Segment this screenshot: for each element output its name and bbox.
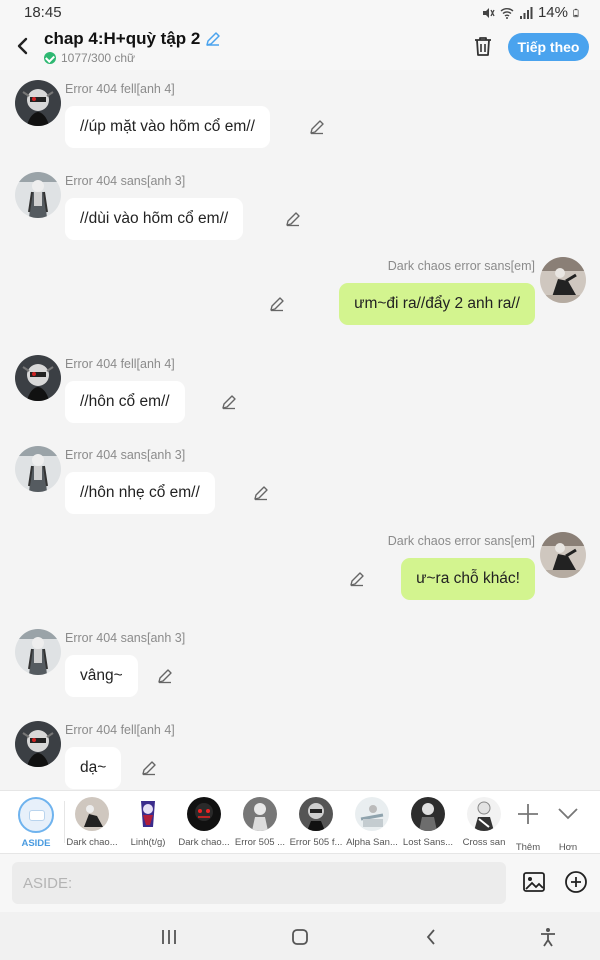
message-input[interactable] [12, 862, 506, 904]
plus-icon [518, 804, 538, 824]
sender-name: Error 404 sans[anh 3] [65, 448, 186, 462]
chat-area[interactable]: Error 404 fell[anh 4] //úp mặt vào hõm cổ… [0, 70, 600, 790]
word-count: 1077/300 chữ [44, 51, 221, 65]
character-label: Dark chao... [66, 837, 118, 848]
pencil-icon[interactable] [349, 571, 365, 587]
status-icons: 14% [481, 4, 582, 21]
message-row: Error 404 fell[anh 4] //úp mặt vào hõm cổ… [0, 80, 600, 166]
character-item[interactable]: Linh(t/g) [120, 797, 176, 848]
message-row: Error 404 sans[anh 3] //dùi vào hõm cổ em… [0, 171, 600, 258]
message-bubble[interactable]: ư~ra chỗ khác! [401, 557, 535, 600]
pencil-icon[interactable] [221, 394, 237, 410]
message-bubble[interactable]: dạ~ [65, 746, 122, 789]
character-aside[interactable]: ASIDE [8, 797, 64, 849]
character-label: Dark chao... [178, 837, 230, 848]
sender-name: Error 404 fell[anh 4] [65, 722, 175, 737]
next-button[interactable]: Tiếp theo [508, 33, 589, 61]
avatar[interactable] [540, 531, 586, 578]
character-label: Hơn [558, 842, 578, 853]
input-row [0, 854, 600, 912]
trash-icon[interactable] [472, 35, 494, 57]
message-bubble[interactable]: //dùi vào hõm cổ em// [65, 197, 244, 240]
avatar[interactable] [15, 446, 61, 492]
home-icon[interactable] [289, 926, 311, 948]
message-row: Error 404 sans[anh 3] vâng~ [0, 629, 600, 715]
character-bar: ASIDE Dark chao... Linh(t/g) Dark chao... Er… [0, 790, 600, 854]
message-bubble[interactable]: //hôn cổ em// [65, 380, 185, 423]
title-block: chap 4:H+quỳ tập 2 1077/300 chữ [44, 29, 221, 65]
avatar[interactable] [15, 629, 61, 675]
message-bubble[interactable]: ưm~đi ra//đẩy 2 anh ra// [339, 283, 535, 325]
signal-icon [519, 6, 533, 19]
character-label: ASIDE [21, 838, 51, 849]
character-label: Error 505 f... [289, 837, 343, 848]
sender-name: Dark chaos error sans[em] [387, 533, 535, 548]
character-label: Linh(t/g) [130, 837, 166, 848]
avatar [75, 797, 109, 831]
pencil-icon[interactable] [309, 119, 325, 135]
avatar [299, 797, 333, 831]
sender-name: Dark chaos error sans[em] [387, 259, 535, 273]
message-bubble[interactable]: vâng~ [65, 655, 138, 697]
recent-apps-icon[interactable] [158, 926, 180, 948]
plus-circle-icon[interactable] [564, 870, 588, 894]
character-item[interactable]: Error 505 f... [288, 797, 344, 848]
story-title[interactable]: chap 4:H+quỳ tập 2 [44, 29, 221, 49]
back-icon[interactable] [421, 926, 443, 948]
pencil-icon[interactable] [141, 760, 157, 776]
character-item[interactable]: Dark chao... [64, 797, 120, 848]
avatar[interactable] [15, 171, 61, 218]
avatar[interactable] [15, 720, 61, 767]
mute-icon [482, 7, 495, 18]
sender-name: Error 404 sans[anh 3] [65, 631, 186, 645]
avatar[interactable] [15, 80, 61, 126]
message-bubble[interactable]: //úp mặt vào hõm cổ em// [65, 106, 270, 148]
pencil-icon[interactable] [269, 296, 285, 312]
character-label: Lost Sans... [402, 837, 454, 848]
character-label: Error 505 ... [234, 837, 286, 848]
message-bubble[interactable]: //hôn nhẹ cổ em// [65, 472, 215, 514]
accessibility-icon[interactable] [537, 926, 559, 948]
avatar[interactable] [540, 257, 586, 303]
aside-avatar [18, 797, 54, 833]
avatar [411, 797, 445, 831]
avatar[interactable] [15, 354, 61, 401]
story-title-text: chap 4:H+quỳ tập 2 [44, 29, 201, 48]
chevron-left-icon[interactable] [12, 34, 34, 58]
message-row: Dark chaos error sans[em] ưm~đi ra//đẩy 2… [0, 257, 600, 349]
avatar [187, 797, 221, 831]
message-row: Dark chaos error sans[em] ư~ra chỗ khác! [0, 531, 600, 624]
avatar [355, 797, 389, 831]
pencil-icon[interactable] [157, 668, 173, 684]
message-row: Error 404 fell[anh 4] //hôn cổ em// [0, 354, 600, 441]
image-icon[interactable] [522, 870, 546, 894]
check-icon [44, 52, 56, 64]
battery-percent: 14% [537, 4, 568, 21]
battery-icon [573, 8, 579, 17]
character-item[interactable]: Lost Sans... [400, 797, 456, 848]
avatar [467, 797, 501, 831]
pencil-icon[interactable] [205, 31, 221, 47]
status-time: 18:45 [24, 4, 62, 21]
character-item[interactable]: Error 505 ... [232, 797, 288, 848]
sender-name: Error 404 sans[anh 3] [65, 173, 186, 188]
status-bar: 18:45 14% [0, 0, 600, 26]
pencil-icon[interactable] [253, 485, 269, 501]
word-count-text: 1077/300 chữ [61, 51, 136, 65]
message-row: Error 404 sans[anh 3] //hôn nhẹ cổ em// [0, 446, 600, 532]
avatar [131, 797, 165, 831]
sender-name: Error 404 fell[anh 4] [65, 356, 175, 371]
sender-name: Error 404 fell[anh 4] [65, 82, 175, 96]
character-item[interactable]: Alpha San... [344, 797, 400, 848]
header: chap 4:H+quỳ tập 2 1077/300 chữ Tiếp the… [0, 26, 600, 70]
chevron-down-icon [558, 808, 578, 820]
expand-button[interactable]: Hơn [544, 797, 592, 853]
avatar [243, 797, 277, 831]
pencil-icon[interactable] [285, 211, 301, 227]
message-row: Error 404 fell[anh 4] dạ~ [0, 720, 600, 791]
system-nav-bar [0, 912, 600, 960]
wifi-icon [500, 7, 514, 19]
character-item[interactable]: Dark chao... [176, 797, 232, 848]
character-label: Alpha San... [346, 837, 398, 848]
